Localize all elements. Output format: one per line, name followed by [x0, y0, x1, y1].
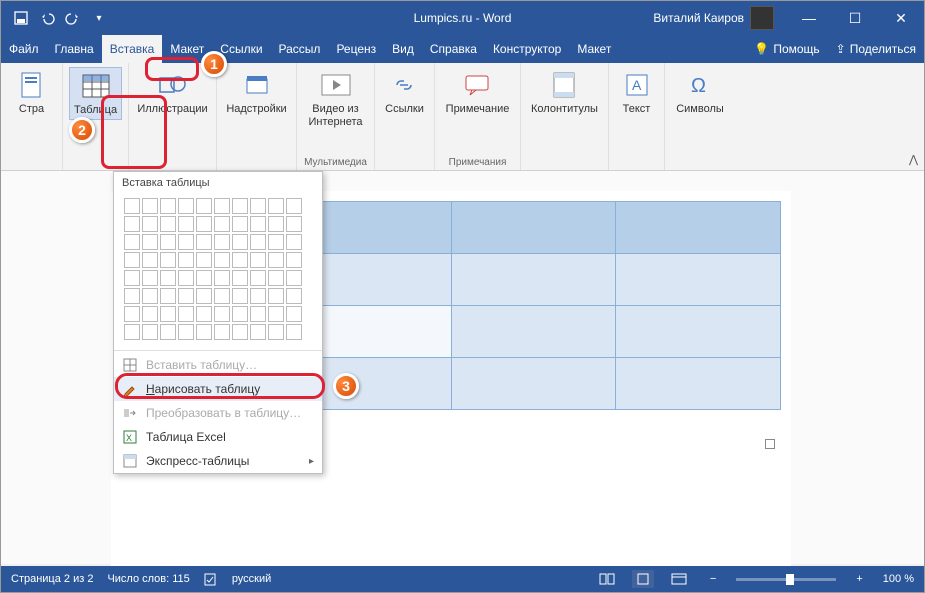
header-footer-icon [548, 69, 580, 101]
zoom-level[interactable]: 100 % [883, 573, 914, 585]
submenu-arrow-icon: ▸ [309, 456, 314, 467]
proofing-icon[interactable] [204, 572, 218, 586]
quick-tables-icon [122, 453, 138, 469]
status-language[interactable]: русский [232, 573, 271, 585]
tab-table-design[interactable]: Конструктор [485, 35, 569, 63]
group-media: Мультимедиа [304, 155, 367, 170]
svg-text:A: A [632, 77, 642, 93]
shapes-icon [157, 69, 189, 101]
maximize-button[interactable]: ☐ [832, 1, 878, 35]
share-button[interactable]: ⇪Поделиться [828, 35, 924, 63]
links-button[interactable]: Ссылки [381, 67, 428, 118]
badge-2: 2 [69, 117, 95, 143]
tab-table-layout[interactable]: Макет [569, 35, 619, 63]
svg-text:X: X [126, 433, 132, 443]
lightbulb-icon: 💡 [754, 42, 769, 56]
addins-button[interactable]: Надстройки [222, 67, 290, 118]
textbox-icon: A [621, 69, 653, 101]
menu-quick-tables[interactable]: Экспресс-таблицы ▸ [114, 449, 322, 473]
ribbon: Стра Таблица Иллюстрации Надстройки Виде… [1, 63, 924, 171]
close-button[interactable]: ✕ [878, 1, 924, 35]
online-video-button[interactable]: Видео из Интернета [303, 67, 368, 131]
user-name: Виталий Каиров [653, 11, 744, 25]
convert-icon [122, 405, 138, 421]
video-icon [320, 69, 352, 101]
excel-icon: X [122, 429, 138, 445]
collapse-ribbon-icon[interactable]: ⋀ [909, 153, 918, 166]
user-account[interactable]: Виталий Каиров [653, 6, 774, 30]
tab-mailings[interactable]: Рассыл [271, 35, 329, 63]
view-web-icon[interactable] [668, 570, 690, 588]
menu-insert-table[interactable]: Вставить таблицу… [114, 353, 322, 377]
pages-button[interactable]: Стра [12, 67, 52, 118]
share-icon: ⇪ [836, 42, 846, 56]
zoom-in-button[interactable]: + [850, 573, 868, 585]
menu-convert-to-table[interactable]: Преобразовать в таблицу… [114, 401, 322, 425]
link-icon [388, 69, 420, 101]
minimize-button[interactable]: — [786, 1, 832, 35]
menu-draw-table[interactable]: ННарисовать таблицуарисовать таблицу [114, 377, 322, 401]
titlebar: ▾ Lumpics.ru - Word Виталий Каиров — ☐ ✕ [1, 1, 924, 35]
qat-customize-icon[interactable]: ▾ [91, 10, 107, 26]
comment-button[interactable]: Примечание [442, 67, 514, 118]
tab-insert[interactable]: Вставка [102, 35, 163, 63]
status-word-count[interactable]: Число слов: 115 [107, 573, 189, 585]
symbols-button[interactable]: Ω Символы [672, 67, 728, 118]
zoom-slider[interactable] [736, 578, 836, 581]
dropdown-title: Вставка таблицы [114, 172, 322, 192]
save-icon[interactable] [13, 10, 29, 26]
group-comments: Примечания [449, 155, 507, 170]
menu-excel-table[interactable]: X Таблица Excel [114, 425, 322, 449]
table-button[interactable]: Таблица [69, 67, 122, 120]
view-read-icon[interactable] [596, 570, 618, 588]
tab-help[interactable]: Справка [422, 35, 485, 63]
view-print-icon[interactable] [632, 570, 654, 588]
undo-icon[interactable] [39, 10, 55, 26]
comment-icon [461, 69, 493, 101]
store-icon [241, 69, 273, 101]
tell-me[interactable]: 💡Помощь [746, 35, 827, 63]
table-resize-handle[interactable] [765, 439, 775, 449]
status-page[interactable]: Страница 2 из 2 [11, 573, 93, 585]
badge-1: 1 [201, 51, 227, 77]
avatar [750, 6, 774, 30]
omega-icon: Ω [684, 69, 716, 101]
tab-view[interactable]: Вид [384, 35, 422, 63]
text-button[interactable]: A Текст [617, 67, 657, 118]
tab-review[interactable]: Реценз [328, 35, 384, 63]
redo-icon[interactable] [65, 10, 81, 26]
pencil-icon [122, 381, 138, 397]
insert-table-icon [122, 357, 138, 373]
ribbon-tabs: Файл Главна Вставка Макет Ссылки Рассыл … [1, 35, 924, 63]
table-icon [80, 70, 112, 102]
tab-file[interactable]: Файл [1, 35, 47, 63]
headers-button[interactable]: Колонтитулы [527, 67, 602, 118]
table-dropdown: Вставка таблицы Вставить таблицу… ННарис… [113, 171, 323, 474]
page-icon [16, 69, 48, 101]
illustrations-button[interactable]: Иллюстрации [133, 67, 211, 118]
window-title: Lumpics.ru - Word [414, 11, 512, 25]
svg-text:Ω: Ω [691, 75, 706, 97]
zoom-out-button[interactable]: − [704, 573, 722, 585]
tab-home[interactable]: Главна [47, 35, 102, 63]
table-size-grid[interactable] [114, 192, 322, 348]
badge-3: 3 [333, 373, 359, 399]
status-bar: Страница 2 из 2 Число слов: 115 русский … [1, 566, 924, 592]
